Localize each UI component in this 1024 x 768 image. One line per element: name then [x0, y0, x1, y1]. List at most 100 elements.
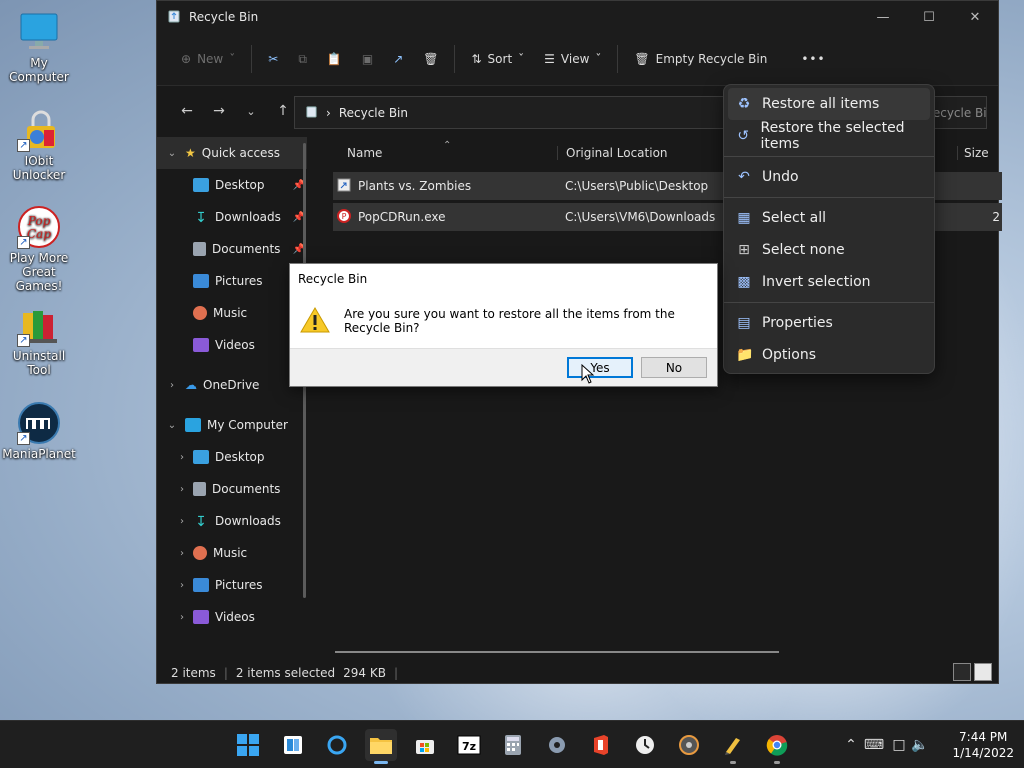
menu-item-properties[interactable]: ▤ Properties	[728, 307, 930, 339]
sidebar-item-videos[interactable]: Videos	[157, 329, 307, 361]
menu-item-select-all[interactable]: ▦ Select all	[728, 202, 930, 234]
details-view-button[interactable]	[953, 663, 971, 681]
sidebar-item-pc-videos[interactable]: › Videos	[157, 601, 307, 633]
yes-button[interactable]: Yes	[567, 357, 633, 378]
breadcrumb-recycle-bin[interactable]: Recycle Bin	[339, 106, 408, 120]
dialog-body: Are you sure you want to restore all the…	[290, 294, 717, 348]
monitor-icon	[17, 10, 61, 54]
sort-button[interactable]: ⇅ Sort ˇ	[461, 43, 534, 75]
sidebar-item-pc-music[interactable]: › Music	[157, 537, 307, 569]
taskbar-file-explorer[interactable]	[365, 729, 397, 764]
dialog-buttons: Yes No	[290, 348, 717, 386]
command-bar: ⊕ New ˇ ✂ ⧉ 📋 ▣ ↗ 🗑 ⇅ Sort ˇ ☰ View ˇ 🗑 …	[157, 33, 998, 86]
copy-button[interactable]: ⧉	[288, 43, 317, 75]
taskbar-store[interactable]	[409, 729, 441, 761]
trash-icon: 🗑	[634, 52, 650, 66]
share-button[interactable]: ↗	[383, 43, 413, 75]
large-icons-view-button[interactable]	[974, 663, 992, 681]
empty-recycle-bin-button[interactable]: 🗑 Empty Recycle Bin	[624, 43, 777, 75]
start-button[interactable]	[232, 729, 264, 761]
column-header-name[interactable]: Name ⌃	[331, 140, 557, 160]
new-button[interactable]: ⊕ New ˇ	[171, 43, 245, 75]
volume-icon[interactable]: 🔈	[910, 737, 930, 753]
taskbar-calculator[interactable]	[497, 729, 529, 761]
rename-button[interactable]: ▣	[352, 43, 383, 75]
menu-item-select-none[interactable]: ⊞ Select none	[728, 234, 930, 266]
menu-item-label: Invert selection	[762, 274, 871, 290]
cut-button[interactable]: ✂	[258, 43, 288, 75]
folder-options-icon: 📁	[736, 347, 754, 363]
sidebar-item-pc-documents[interactable]: › Documents	[157, 473, 307, 505]
taskbar-widgets[interactable]	[277, 729, 309, 761]
menu-item-undo[interactable]: ↶ Undo	[728, 161, 930, 193]
cloud-icon: ☁	[185, 378, 197, 392]
desktop-icon-iobit-unlocker[interactable]: ↗ IObit Unlocker	[0, 108, 78, 182]
sidebar-item-desktop[interactable]: Desktop 📌	[157, 169, 307, 201]
maximize-button[interactable]: ☐	[906, 1, 952, 33]
taskbar-media-player[interactable]	[673, 729, 705, 761]
sidebar-item-pc-desktop[interactable]: › Desktop	[157, 441, 307, 473]
warning-icon	[300, 306, 330, 337]
no-button[interactable]: No	[641, 357, 707, 378]
sidebar-item-downloads[interactable]: ↧ Downloads 📌	[157, 201, 307, 233]
restore-all-icon: ♻	[737, 96, 751, 112]
taskbar-settings[interactable]	[541, 729, 573, 761]
delete-button[interactable]: 🗑	[413, 43, 448, 75]
toolbar-separator	[454, 45, 456, 73]
network-icon[interactable]: □	[888, 737, 910, 753]
title-bar[interactable]: Recycle Bin — ☐ ✕	[157, 1, 998, 33]
sidebar-item-music[interactable]: Music	[157, 297, 307, 329]
new-label: New	[197, 52, 224, 66]
taskbar-paint[interactable]	[717, 729, 749, 764]
arrow-right-icon: →	[213, 103, 225, 119]
menu-item-label: Options	[762, 347, 817, 363]
paint-brush-icon	[725, 738, 740, 755]
menu-item-restore-selected[interactable]: ↺ Restore the selected items	[728, 120, 930, 152]
sidebar-item-my-computer[interactable]: ⌄ My Computer	[157, 409, 307, 441]
arrow-up-icon: ↑	[277, 103, 289, 119]
sidebar-item-label: OneDrive	[203, 378, 260, 392]
menu-item-restore-all[interactable]: ♻ Restore all items	[728, 88, 930, 120]
minimize-button[interactable]: —	[860, 1, 906, 33]
menu-item-invert-selection[interactable]: ▩ Invert selection	[728, 266, 930, 298]
taskbar-chrome[interactable]	[761, 729, 793, 764]
sidebar-item-onedrive[interactable]: › ☁ OneDrive	[157, 369, 307, 401]
sidebar-item-pc-pictures[interactable]: › Pictures	[157, 569, 307, 601]
sidebar-item-pictures[interactable]: Pictures 📌	[157, 265, 307, 297]
menu-item-options[interactable]: 📁 Options	[728, 339, 930, 371]
chevron-right-icon: ›	[180, 611, 184, 623]
taskbar-7zip[interactable]: 7z	[453, 729, 485, 761]
dialog-message: Are you sure you want to restore all the…	[344, 307, 675, 335]
taskbar-office[interactable]	[585, 729, 617, 761]
forward-button[interactable]: →	[203, 95, 235, 127]
chevron-right-icon: ›	[180, 515, 184, 527]
taskbar-clock-app[interactable]	[629, 729, 661, 761]
sidebar-item-documents[interactable]: Documents 📌	[157, 233, 307, 265]
horizontal-scrollbar[interactable]	[335, 651, 779, 653]
show-hidden-icons-icon[interactable]: ⌃	[842, 737, 860, 753]
share-icon: ↗	[393, 52, 404, 66]
empty-recycle-bin-label: Empty Recycle Bin	[655, 52, 768, 66]
taskbar-cortana[interactable]	[321, 729, 353, 761]
sidebar-item-pc-downloads[interactable]: › ↧ Downloads	[157, 505, 307, 537]
taskbar-clock[interactable]: 7:44 PM 1/14/2022	[952, 729, 1014, 761]
menu-item-label: Restore the selected items	[760, 120, 905, 152]
paste-button[interactable]: 📋	[317, 43, 352, 75]
menu-item-label: Select none	[762, 242, 845, 258]
maximize-icon: ☐	[923, 9, 935, 25]
close-button[interactable]: ✕	[952, 1, 998, 33]
desktop-icon-maniaplanet[interactable]: ↗ ManiaPlanet	[0, 401, 78, 461]
desktop-icon-popcap[interactable]: Pop Cap ↗ Play More Great Games!	[0, 205, 78, 293]
back-button[interactable]: ←	[171, 95, 203, 127]
column-header-size[interactable]: Size	[957, 146, 989, 160]
view-button[interactable]: ☰ View ˇ	[534, 43, 611, 75]
recent-locations-button[interactable]: ⌄	[235, 95, 267, 127]
desktop-icon-my-computer[interactable]: My Computer	[0, 10, 78, 84]
address-bar[interactable]: › Recycle Bin	[294, 96, 744, 129]
sidebar-item-label: Pictures	[215, 274, 263, 288]
desktop-icon-uninstall-tool[interactable]: ↗ Uninstall Tool	[0, 303, 78, 377]
toolbar-separator	[617, 45, 619, 73]
more-options-button[interactable]: •••	[791, 43, 835, 75]
keyboard-icon[interactable]: ⌨	[860, 737, 888, 753]
sidebar-item-quick-access[interactable]: ⌄ ★ Quick access	[157, 137, 307, 169]
